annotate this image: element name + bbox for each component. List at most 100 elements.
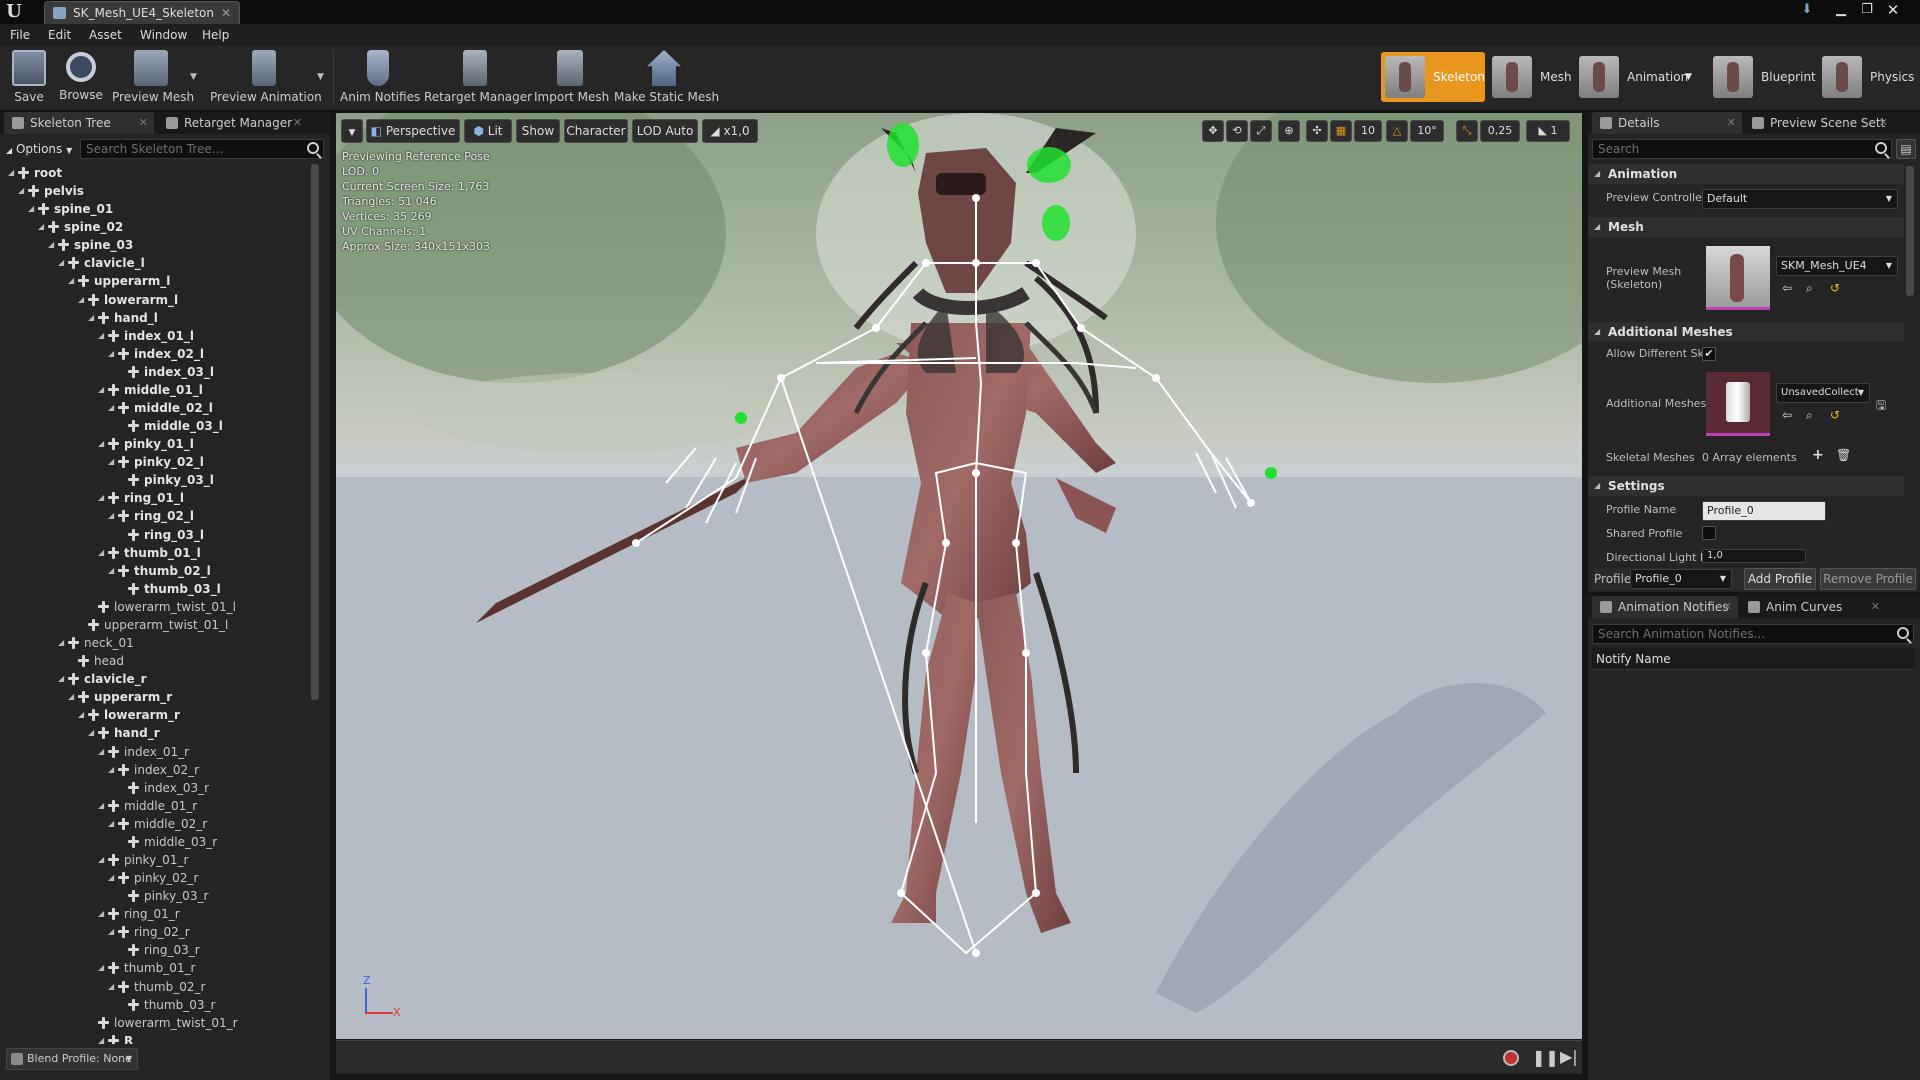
tree-row-clavicle_r[interactable]: ◢ clavicle_r [6,670,316,688]
mode-skeleton-button[interactable]: Skeleton [1381,52,1485,102]
restore-button[interactable]: ❐ [1854,0,1880,22]
expand-arrow-icon[interactable]: ◢ [98,1032,104,1044]
tree-row-pinky_03_r[interactable]: pinky_03_r [6,887,316,905]
expand-arrow-icon[interactable]: ◢ [108,453,114,471]
close-tab-icon[interactable]: ✕ [221,2,231,24]
expand-arrow-icon[interactable]: ◢ [108,345,114,363]
additional-meshes-dropdown[interactable]: UnsavedCollect ▼ [1776,383,1870,403]
reset-to-default-icon[interactable]: ↺ [1830,408,1840,422]
minimize-button[interactable]: ▁ [1828,0,1854,22]
preview-animation-button[interactable]: Preview Animation [210,48,322,108]
import-mesh-button[interactable]: Import Mesh [534,48,609,108]
preview-controller-dropdown[interactable]: Default ▼ [1702,189,1898,209]
preview-mesh-dropdown-icon[interactable]: ▼ [190,72,197,82]
menu-asset[interactable]: Asset [89,24,122,46]
remove-profile-button[interactable]: Remove Profile [1820,568,1916,590]
animation-category[interactable]: Animation [1588,164,1904,184]
tree-row-lowerarm_twist_01_r[interactable]: lowerarm_twist_01_r [6,1014,316,1032]
menu-file[interactable]: File [10,24,30,46]
expand-arrow-icon[interactable]: ◢ [98,959,104,977]
browse-asset-icon[interactable]: ⌕ [1806,281,1813,296]
translate-tool-icon[interactable]: ✥ [1202,120,1224,142]
world-space-icon[interactable]: ⊕ [1278,120,1300,142]
tree-scrollbar[interactable] [311,164,319,700]
details-search-input[interactable]: Search [1592,139,1892,159]
close-preview-scene-icon[interactable]: ✕ [1879,112,1888,134]
rotation-snap-icon[interactable]: △ [1386,120,1408,142]
close-skeleton-tree-icon[interactable]: ✕ [139,112,148,134]
menu-window[interactable]: Window [140,24,187,46]
tree-row-lowerarm_l[interactable]: ◢ lowerarm_l [6,291,316,309]
show-button[interactable]: Show [516,119,560,143]
tree-row-ring_02_r[interactable]: ◢ ring_02_r [6,923,316,941]
expand-arrow-icon[interactable]: ◢ [98,905,104,923]
tree-row-middle_01_l[interactable]: ◢ middle_01_l [6,381,316,399]
menu-edit[interactable]: Edit [48,24,71,46]
expand-arrow-icon[interactable]: ◢ [98,743,104,761]
save-button[interactable]: Save [8,48,50,108]
tree-row-hand_l[interactable]: ◢ hand_l [6,309,316,327]
tree-row-thumb_02_l[interactable]: ◢ thumb_02_l [6,562,316,580]
document-tab[interactable]: SK_Mesh_UE4_Skeleton ✕ [44,1,240,24]
tab-animation-notifies[interactable]: Animation Notifies ✕ [1592,596,1738,618]
expand-arrow-icon[interactable]: ◢ [18,182,24,200]
tree-row-spine_03[interactable]: ◢ spine_03 [6,236,316,254]
expand-arrow-icon[interactable]: ◢ [108,507,114,525]
tree-row-hand_r[interactable]: ◢ hand_r [6,724,316,742]
add-element-icon[interactable]: + [1812,447,1824,463]
grid-size-value[interactable]: 10 [1354,120,1382,142]
expand-arrow-icon[interactable]: ◢ [108,923,114,941]
expand-arrow-icon[interactable]: ◢ [98,544,104,562]
tree-row-thumb_02_r[interactable]: ◢ thumb_02_r [6,978,316,996]
expand-arrow-icon[interactable]: ◢ [58,254,64,272]
notifies-search-input[interactable]: Search Animation Notifies... [1592,624,1914,644]
tree-row-middle_03_r[interactable]: middle_03_r [6,833,316,851]
expand-arrow-icon[interactable]: ◢ [98,435,104,453]
expand-arrow-icon[interactable]: ◢ [68,272,74,290]
tree-row-R[interactable]: ◢ R [6,1032,316,1044]
record-button[interactable] [1503,1050,1519,1066]
source-control-icon[interactable]: ⬇ [1794,0,1820,22]
use-selected-asset-icon[interactable]: ⇦ [1782,408,1792,422]
expand-arrow-icon[interactable]: ◢ [38,218,44,236]
browse-asset-icon[interactable]: ⌕ [1806,408,1813,423]
options-button[interactable]: ◢ Options ▼ [6,139,78,159]
property-matrix-icon[interactable]: ▤ [1896,139,1916,159]
grid-snap-icon[interactable]: ▦ [1330,120,1352,142]
tab-preview-scene-settings[interactable]: Preview Scene Sett ✕ [1744,112,1894,134]
tree-row-middle_01_r[interactable]: ◢ middle_01_r [6,797,316,815]
tree-row-ring_02_l[interactable]: ◢ ring_02_l [6,507,316,525]
expand-arrow-icon[interactable]: ◢ [108,978,114,996]
tree-row-pinky_03_l[interactable]: pinky_03_l [6,471,316,489]
expand-arrow-icon[interactable]: ◢ [8,164,14,182]
tree-row-thumb_01_r[interactable]: ◢ thumb_01_r [6,959,316,977]
tree-row-pinky_02_l[interactable]: ◢ pinky_02_l [6,453,316,471]
tree-row-index_03_l[interactable]: index_03_l [6,363,316,381]
additional-meshes-thumbnail[interactable] [1706,372,1770,436]
tab-anim-curves[interactable]: Anim Curves ✕ [1740,596,1886,618]
add-profile-button[interactable]: Add Profile [1744,568,1816,590]
expand-arrow-icon[interactable]: ◢ [98,851,104,869]
expand-arrow-icon[interactable]: ◢ [108,399,114,417]
preview-mesh-thumbnail[interactable] [1706,246,1770,310]
preview-mesh-button[interactable]: Preview Mesh [112,48,194,108]
shared-profile-checkbox[interactable] [1702,526,1716,540]
tree-row-middle_02_l[interactable]: ◢ middle_02_l [6,399,316,417]
expand-arrow-icon[interactable]: ◢ [28,200,34,218]
tree-row-pinky_01_l[interactable]: ◢ pinky_01_l [6,435,316,453]
tree-row-middle_03_l[interactable]: middle_03_l [6,417,316,435]
tree-row-spine_02[interactable]: ◢ spine_02 [6,218,316,236]
profile-dropdown[interactable]: Profile_0 ▼ [1630,569,1732,589]
delete-elements-icon[interactable]: 🗑 [1836,448,1851,462]
profile-name-input[interactable]: Profile_0 [1702,501,1826,521]
tree-row-upperarm_l[interactable]: ◢ upperarm_l [6,272,316,290]
browse-button[interactable]: Browse [58,48,104,108]
anim-notifies-button[interactable]: Anim Notifies [340,48,420,108]
step-forward-button[interactable]: ▶| [1560,1047,1578,1066]
tree-row-lowerarm_twist_01_l[interactable]: lowerarm_twist_01_l [6,598,316,616]
scale-tool-icon[interactable]: ⤢ [1250,120,1272,142]
expand-arrow-icon[interactable]: ◢ [98,489,104,507]
save-collection-icon[interactable]: 🖫 [1876,396,1886,417]
tree-row-lowerarm_r[interactable]: ◢ lowerarm_r [6,706,316,724]
pause-button[interactable]: ❚❚ [1532,1048,1559,1067]
